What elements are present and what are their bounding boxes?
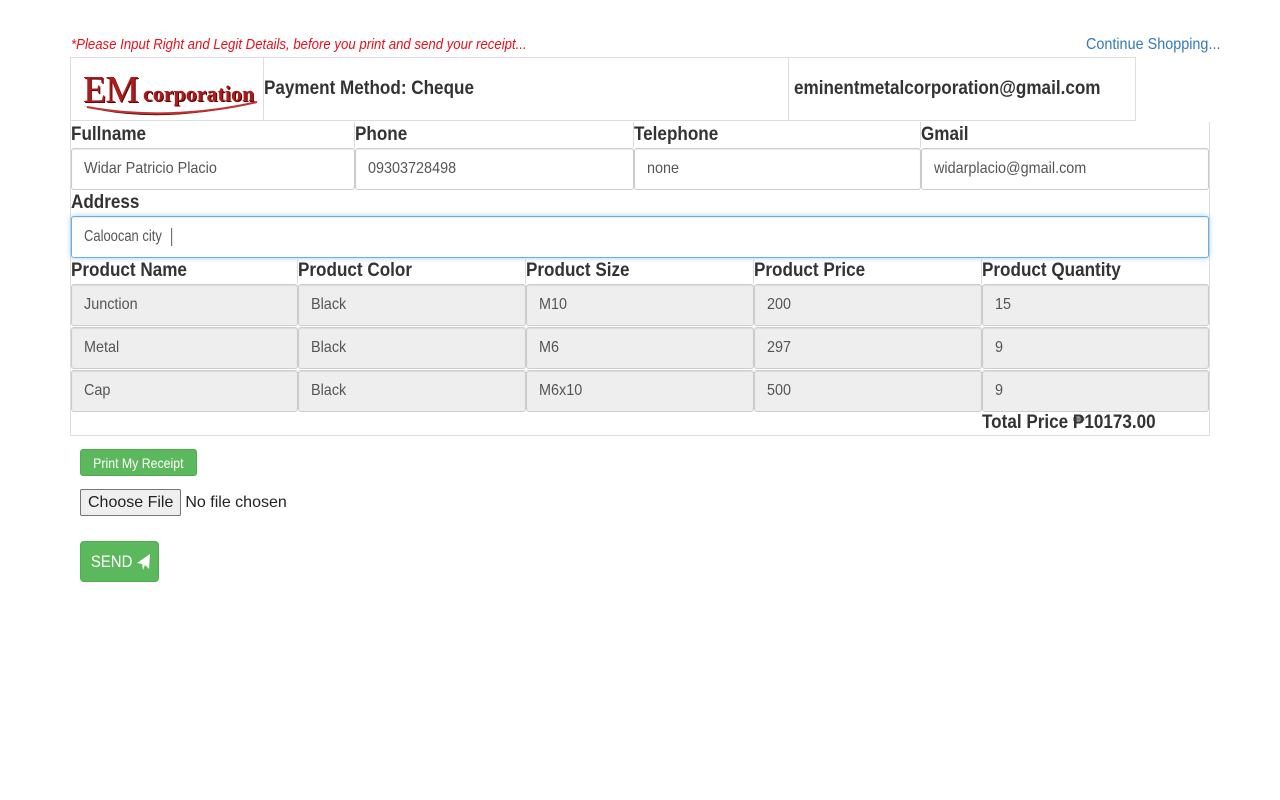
product-quantity-field: 9 [982,370,1209,412]
header-product-size: Product Size [526,258,754,284]
paper-plane-icon [136,553,150,570]
fullname-field[interactable]: Widar Patricio Placio [71,148,355,190]
product-name-field: Cap [71,370,298,412]
address-field-row: Caloocan city [70,216,1210,258]
product-size-field: M6x10 [526,370,754,412]
print-receipt-button[interactable]: Print My Receipt [80,449,197,476]
file-status-text: No file chosen [185,493,287,511]
company-email: eminentmetalcorporation@gmail.com [794,78,1101,99]
product-quantity-field: 9 [982,327,1209,369]
product-price-field: 200 [754,284,982,326]
customer-fields-row: Widar Patricio Placio 09303728498 none w… [70,148,1210,190]
header-product-name: Product Name [71,258,298,284]
label-telephone: Telephone [634,122,921,148]
text-caret [171,227,173,246]
product-quantity-field: 15 [982,284,1209,326]
address-value: Caloocan city [84,228,162,246]
receipt-form: EM corporation Payment Method: Cheque em… [70,57,1210,436]
send-label: SEND [91,551,133,571]
label-gmail: Gmail [921,124,969,145]
logo-cell: EM corporation [71,58,264,120]
header-product-quantity: Product Quantity [982,260,1121,281]
product-row: Metal Black M6 297 9 [70,327,1210,369]
receipt-header: EM corporation Payment Method: Cheque em… [70,57,1136,121]
total-row: Total Price ₱10173.00 [70,412,1210,436]
product-price-field: 297 [754,327,982,369]
notice-text: *Please Input Right and Legit Details, b… [71,36,527,53]
header-product-price: Product Price [754,258,982,284]
choose-file-button[interactable]: Choose File [80,489,182,516]
address-field[interactable]: Caloocan city [71,216,1209,258]
product-color-field: Black [298,370,526,412]
label-phone: Phone [355,122,634,148]
company-logo: EM corporation [81,62,263,116]
file-upload: Choose File No file chosen [80,489,287,516]
customer-labels-row: Fullname Phone Telephone Gmail [70,122,1210,148]
telephone-field[interactable]: none [634,148,921,190]
product-color-field: Black [298,327,526,369]
gmail-field[interactable]: widarplacio@gmail.com [921,148,1209,190]
send-button[interactable]: SEND [80,541,159,582]
address-label-row: Address [70,190,1210,216]
header-product-color: Product Color [298,258,526,284]
product-price-field: 500 [754,370,982,412]
product-size-field: M6 [526,327,754,369]
total-price: Total Price ₱10173.00 [982,412,1156,433]
label-address: Address [71,192,140,213]
phone-field[interactable]: 09303728498 [355,148,634,190]
logo-swoosh-icon [83,100,261,116]
product-row: Cap Black M6x10 500 9 [70,370,1210,412]
product-color-field: Black [298,284,526,326]
payment-method: Payment Method: Cheque [264,58,790,120]
product-name-field: Junction [71,284,298,326]
continue-shopping-link[interactable]: Continue Shopping... [1085,36,1220,54]
product-size-field: M10 [526,284,754,326]
product-row: Junction Black M10 200 15 [70,284,1210,326]
product-name-field: Metal [71,327,298,369]
label-fullname: Fullname [71,122,355,148]
product-headers-row: Product Name Product Color Product Size … [70,258,1210,284]
